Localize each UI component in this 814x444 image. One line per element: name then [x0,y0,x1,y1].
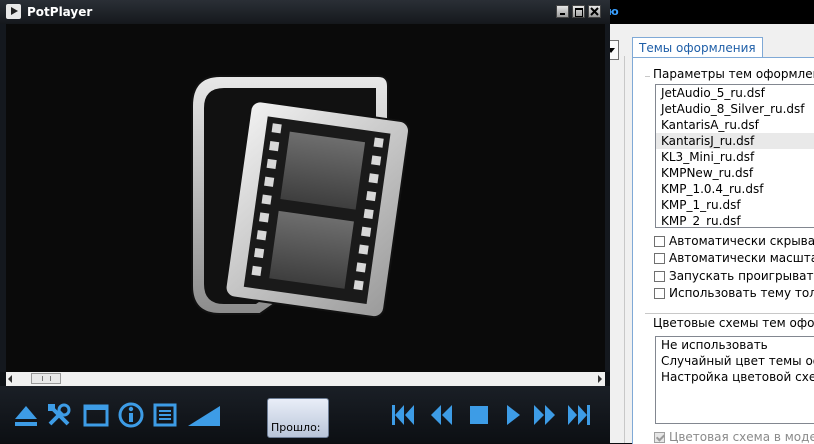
scroll-thumb[interactable] [31,373,61,384]
option-auto-hide[interactable]: Автоматически скрывать [654,234,814,250]
color-schemes-groupbox [645,313,814,315]
app-logo-icon [6,4,21,19]
option-auto-scale[interactable]: Автоматически масштаби [654,251,814,267]
option-label: Цветовая схема в модели [669,430,814,444]
volume-icon[interactable] [186,402,222,428]
checkbox[interactable] [654,288,665,299]
checkbox[interactable] [654,271,665,282]
film-logo-icon [191,75,410,319]
color-scheme-list[interactable]: Не использовать Случайный цвет темы офо … [655,336,814,424]
list-item[interactable]: KL3_Mini_ru.dsf [656,149,814,165]
close-icon [590,7,599,16]
theme-list[interactable]: JetAudio_5_ru.dsf JetAudio_8_Silver_ru.d… [655,84,814,228]
next-track-icon[interactable] [566,402,592,428]
scroll-right-icon[interactable] [598,375,602,383]
list-item-selected[interactable]: KantarisJ_ru.dsf [656,133,814,149]
window-icon[interactable] [83,402,109,428]
fast-forward-icon[interactable] [532,402,558,428]
list-item[interactable]: JetAudio_8_Silver_ru.dsf [656,101,814,117]
tools-icon[interactable] [46,402,72,428]
option-use-theme-only[interactable]: Использовать тему тольк [654,286,814,302]
scroll-left-icon[interactable] [8,375,12,383]
maximize-button[interactable] [572,5,585,18]
eject-icon[interactable] [13,402,39,428]
option-launch-player[interactable]: Запускать проигрыватель [654,269,814,285]
option-label: Автоматически скрывать [669,234,814,248]
option-color-scheme-model[interactable]: Цветовая схема в модели [654,430,814,444]
list-item[interactable]: KantarisA_ru.dsf [656,117,814,133]
option-label: Запускать проигрыватель [669,269,814,283]
divider [624,56,625,443]
list-item[interactable]: Настройка цветовой схемы [656,369,814,385]
tab-themes[interactable]: Темы оформления [632,37,763,58]
rewind-icon[interactable] [428,402,454,428]
playlist-icon[interactable] [152,402,178,428]
list-item[interactable]: KMPNew_ru.dsf [656,165,814,181]
minimize-button[interactable] [556,5,569,18]
stop-icon[interactable] [466,402,492,428]
app-title: PotPlayer [27,5,93,19]
list-item[interactable]: KMP_2_ru.dsf [656,213,814,227]
elapsed-time-label: Прошло: [271,421,321,434]
color-schemes-group-label: Цветовые схемы тем оформ [650,316,814,330]
potplayer-window: PotPlayer Прошло: [0,0,610,443]
close-button[interactable] [588,5,601,18]
list-item[interactable]: Не использовать [656,337,814,353]
previous-track-icon[interactable] [390,402,416,428]
video-area[interactable] [6,24,605,372]
checkbox[interactable] [654,236,665,247]
list-item[interactable]: KMP_1.0.4_ru.dsf [656,181,814,197]
checkbox[interactable] [654,253,665,264]
option-label: Использовать тему тольк [669,286,814,300]
seek-scrollbar[interactable] [6,372,605,386]
player-titlebar[interactable]: PotPlayer [0,0,610,24]
info-icon[interactable] [118,402,144,428]
themes-group-label: Параметры тем оформления [650,67,814,81]
list-item[interactable]: JetAudio_5_ru.dsf [656,85,814,101]
list-item[interactable]: KMP_1_ru.dsf [656,197,814,213]
frame-border [605,24,610,372]
list-item[interactable]: Случайный цвет темы офо [656,353,814,369]
checkbox-checked-disabled[interactable] [654,432,665,443]
play-icon[interactable] [500,402,526,428]
option-label: Автоматически масштаби [669,251,814,265]
